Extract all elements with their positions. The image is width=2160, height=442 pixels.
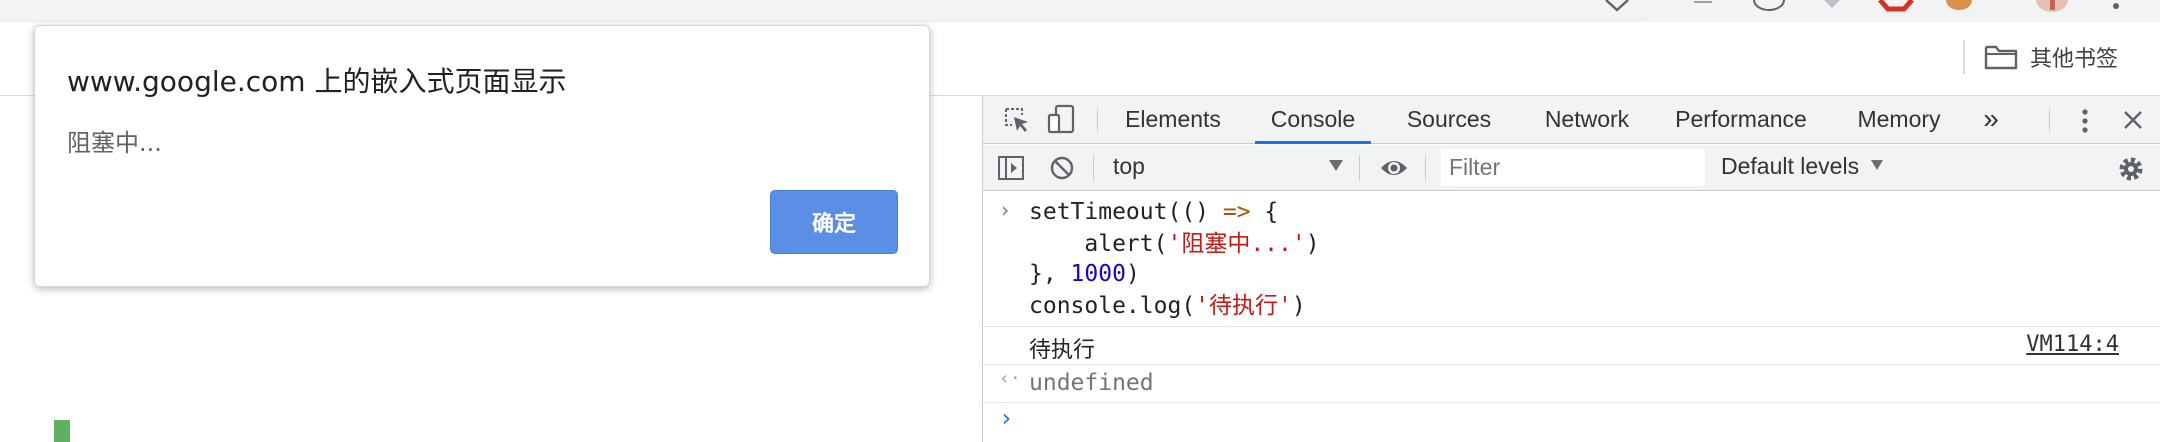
tab-sources[interactable]: Sources (1391, 96, 1507, 144)
address-bar[interactable] (0, 0, 1655, 22)
clear-console-icon[interactable] (1049, 155, 1075, 181)
tab-performance[interactable]: Performance (1667, 96, 1815, 144)
devtools-panel: Elements Console Sources Network Perform… (982, 96, 2160, 442)
console-toolbar: top Default levels (983, 145, 2160, 191)
console-filter-input[interactable] (1441, 149, 1705, 186)
tab-network[interactable]: Network (1529, 96, 1645, 144)
tabbar-separator (2049, 108, 2050, 132)
devtools-tab-bar: Elements Console Sources Network Perform… (983, 96, 2160, 144)
console-row-separator (983, 402, 2160, 403)
extension-circle-icon[interactable] (1752, 0, 1786, 12)
show-sidebar-icon[interactable] (997, 155, 1025, 181)
dialog-message: 阻塞中... (67, 129, 162, 157)
tab-memory[interactable]: Memory (1837, 96, 1961, 144)
device-toolbar-icon[interactable] (1047, 104, 1077, 134)
filterbar-separator (1359, 155, 1360, 181)
other-bookmarks-folder[interactable]: 其他书签 (1984, 40, 2118, 74)
profile-avatar-icon[interactable] (2034, 0, 2070, 12)
browser-toolbar (0, 0, 2160, 22)
inspect-element-icon[interactable] (1003, 106, 1031, 134)
log-levels-dropdown[interactable]: Default levels (1721, 153, 1859, 180)
live-expression-eye-icon[interactable] (1379, 157, 1409, 179)
console-row-separator (983, 364, 2160, 365)
folder-icon (1984, 44, 2018, 70)
console-input-line: console.log('待执行') (1029, 293, 1306, 319)
dialog-ok-button[interactable]: 确定 (770, 190, 898, 254)
alert-dialog: www.google.com 上的嵌入式页面显示 阻塞中... 确定 (34, 25, 930, 287)
tab-console[interactable]: Console (1255, 96, 1371, 144)
more-tabs-button[interactable]: » (1979, 96, 2003, 144)
context-selector[interactable]: top (1113, 153, 1145, 180)
extension-arrow-icon[interactable] (1822, 0, 1842, 12)
console-input-line: alert('阻塞中...') (1029, 231, 1320, 257)
console-settings-gear-icon[interactable] (2117, 155, 2145, 183)
browser-menu-icon[interactable] (2112, 0, 2120, 12)
console-return-value: undefined (1029, 370, 1154, 396)
console-log-source-link[interactable]: VM114:4 (2026, 332, 2119, 357)
console-row-separator (983, 326, 2160, 327)
tab-elements[interactable]: Elements (1115, 96, 1231, 144)
filterbar-separator (1093, 155, 1094, 181)
filterbar-separator (1425, 155, 1426, 181)
console-prompt-icon: › (999, 404, 1014, 432)
other-bookmarks-label: 其他书签 (2030, 47, 2119, 72)
console-output[interactable]: › setTimeout(() => { alert('阻塞中...') }, … (983, 192, 2160, 442)
extension-cookie-icon[interactable] (1944, 0, 1974, 12)
page-green-element (54, 420, 70, 442)
console-input-line: setTimeout(() => { (1029, 199, 1279, 225)
close-devtools-icon[interactable] (2123, 110, 2143, 130)
console-input-line: }, 1000) (1029, 261, 1140, 287)
chevron-down-icon[interactable] (1871, 160, 1883, 170)
return-value-icon: ‹· (999, 368, 1021, 389)
input-prompt-icon: › (999, 198, 1012, 222)
extension-stop-icon[interactable] (1876, 0, 1916, 12)
bookmarks-separator (1963, 40, 1965, 74)
dialog-title: www.google.com 上的嵌入式页面显示 (67, 65, 567, 98)
tabbar-separator (1097, 108, 1098, 132)
extension-icon[interactable] (1692, 0, 1714, 12)
chevron-down-icon[interactable] (1329, 160, 1343, 171)
alert-arg: '阻塞中...' (1167, 231, 1306, 257)
console-log-message: 待执行 (1029, 338, 1096, 363)
devtools-menu-icon[interactable] (2081, 108, 2089, 134)
bookmark-star-icon[interactable] (1604, 0, 1630, 12)
